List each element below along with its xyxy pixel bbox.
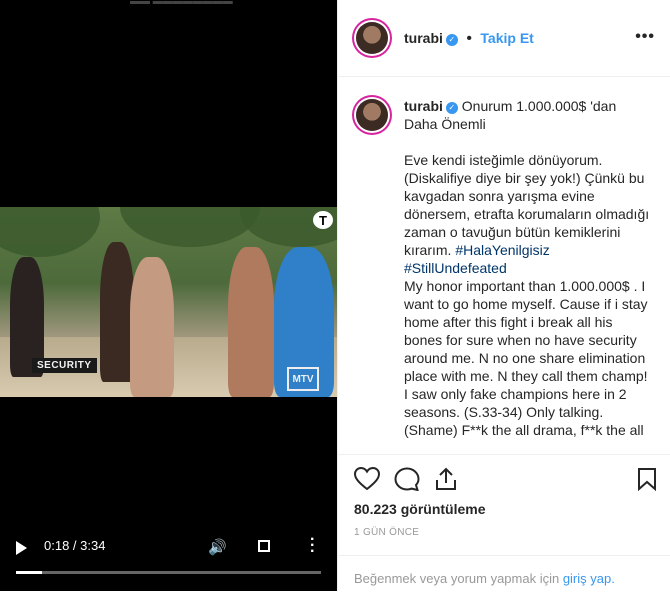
avatar[interactable] [356,22,388,54]
heart-icon[interactable] [354,467,380,491]
header-user: turabi ✓ • Takip Et [404,30,534,48]
post-header: turabi ✓ • Takip Et ••• [338,0,670,77]
video-controls: 0:18 / 3:34 🔊 · · · [0,531,337,591]
progress-bar[interactable] [16,571,321,574]
faded-top-text: ▬▬ ▬▬▬▬▬▬▬▬ [130,0,233,7]
caption-area: turabi ✓ Onurum 1.000.000$ 'dan Daha Önem… [338,77,670,453]
post-sidebar: turabi ✓ • Takip Et ••• turabi ✓ Onurum 1.… [337,0,670,591]
comment-icon[interactable] [394,467,420,491]
video-time: 0:18 / 3:34 [44,538,106,553]
post-actions: 80.223 görüntüleme 1 GÜN ÖNCE Beğenmek v… [338,454,670,586]
caption-paragraph-en: My honor important than 1.000.000$ . I w… [404,278,652,384]
hashtag-link[interactable]: #StillUndefeated [404,260,507,276]
login-text: Beğenmek veya yorum yapmak için giriş ya… [354,571,615,586]
login-prompt: Beğenmek veya yorum yapmak için giriş ya… [338,555,670,592]
scene-person [130,257,174,397]
caption-username[interactable]: turabi [404,98,443,114]
scene-foliage [0,207,100,257]
login-link[interactable]: giriş yap. [563,571,615,586]
scene-foliage [120,207,260,247]
hashtag-link[interactable]: #HalaYenilgisiz [455,242,549,258]
caption-avatar[interactable] [356,99,388,131]
instagram-post-page: ▬▬ ▬▬▬▬▬▬▬▬ SECURITY MTV T 0:18 / 3:34 🔊 [0,0,670,591]
bookmark-icon[interactable] [637,467,657,491]
username-link[interactable]: turabi [404,30,443,46]
video-player[interactable]: ▬▬ ▬▬▬▬▬▬▬▬ SECURITY MTV T 0:18 / 3:34 🔊 [0,0,337,591]
follow-button[interactable]: Takip Et [480,30,533,46]
progress-played [16,571,42,574]
caption-paragraph-tr: Eve kendi isteğimle dönüyorum. (Diskalif… [404,152,654,276]
post-date[interactable]: 1 GÜN ÖNCE [354,527,419,538]
mtv-logo: MTV [287,367,319,391]
volume-icon[interactable]: 🔊 [208,538,227,556]
fullscreen-icon[interactable] [258,540,270,552]
share-icon[interactable] [434,467,458,491]
separator-dot: • [466,30,472,47]
verified-icon: ✓ [445,34,458,46]
video-more-icon[interactable]: · · · [310,532,315,560]
security-label: SECURITY [32,358,97,373]
view-count[interactable]: 80.223 görüntüleme [354,501,486,517]
more-options-icon[interactable]: ••• [635,28,655,46]
scene-person [100,242,134,382]
scene-person [228,247,274,397]
play-icon[interactable] [16,541,27,555]
caption-text: turabi ✓ Onurum 1.000.000$ 'dan Daha Önem… [404,97,652,439]
video-frame[interactable]: SECURITY MTV [0,207,337,397]
caption-paragraph-en-2: I saw only fake champions here in 2 seas… [404,386,644,438]
channel-corner-logo: T [313,211,333,229]
verified-icon: ✓ [445,102,458,114]
